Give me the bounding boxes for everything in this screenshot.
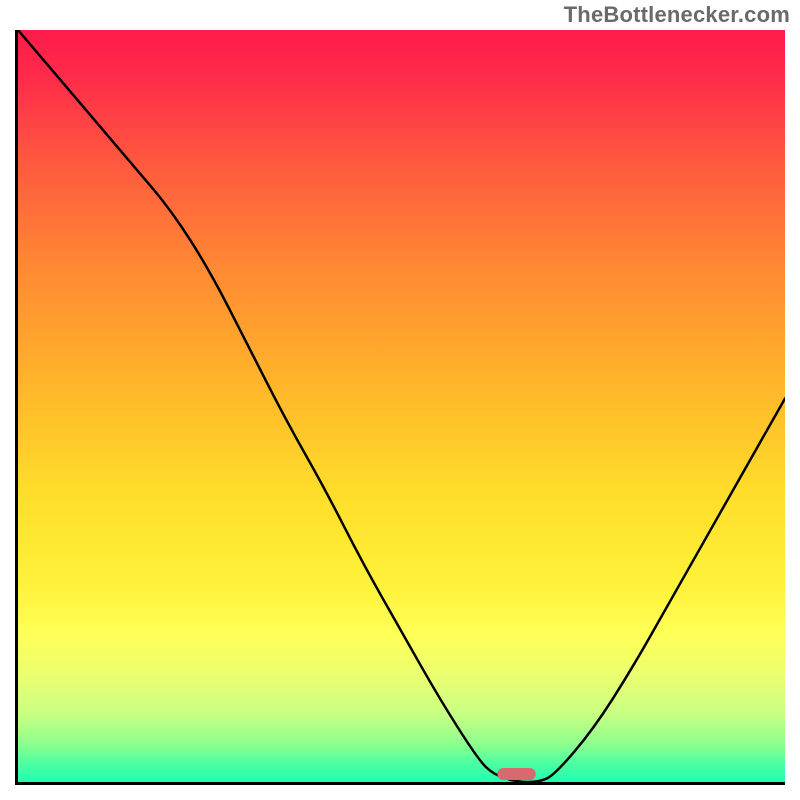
watermark-label: TheBottlenecker.com <box>564 2 790 28</box>
chart-svg <box>18 30 785 782</box>
gradient-background <box>18 30 785 782</box>
optimal-marker <box>497 768 535 780</box>
plot-area <box>15 30 785 785</box>
chart-root: TheBottlenecker.com <box>0 0 800 800</box>
